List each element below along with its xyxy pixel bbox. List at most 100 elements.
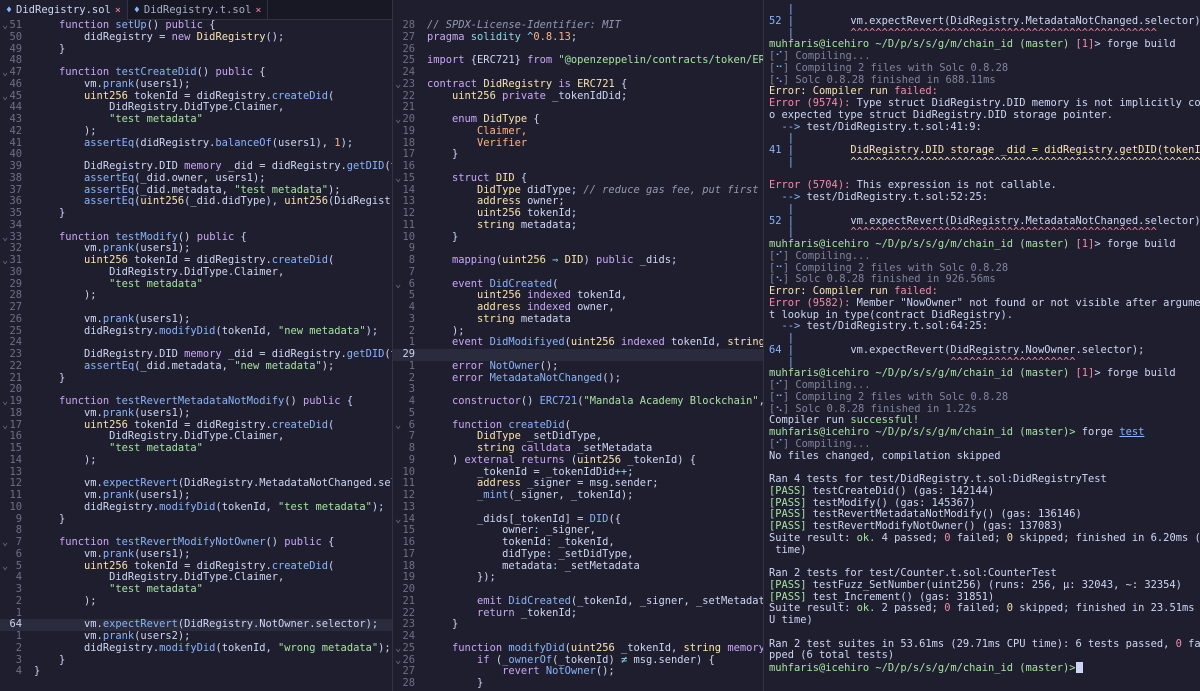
fold-chevron-icon[interactable]: ⌄ — [2, 254, 8, 267]
fold-chevron-icon[interactable]: ⌄ — [395, 642, 401, 655]
fold-chevron-icon[interactable]: ⌄ — [2, 395, 8, 408]
code-token: string — [477, 312, 521, 325]
code-token: prank — [102, 547, 135, 560]
line-number-text: 48 — [9, 54, 22, 67]
fold-chevron-icon[interactable]: ⌄ — [2, 536, 8, 549]
line-number-text: 9 — [408, 242, 415, 255]
fold-chevron-icon[interactable]: ⌄ — [395, 513, 401, 526]
fold-chevron-icon[interactable]: ⌄ — [2, 231, 8, 244]
code-text: didRegistry.modifyDid(tokenId, "test met… — [34, 501, 392, 514]
code-token: "new metadata" — [234, 359, 322, 372]
fold-chevron-icon[interactable]: ⌄ — [395, 419, 401, 432]
terminal-panel[interactable]: | 52 | vm.expectRevert(DidRegistry.Metada… — [764, 0, 1200, 691]
line-number-text: 16 — [9, 430, 22, 443]
code-token: _ownerOf — [502, 653, 553, 666]
code-token: (); — [265, 30, 285, 43]
terminal-text: failed, — [1188, 637, 1200, 650]
code-token: ( — [564, 418, 571, 431]
code-token: vm. — [34, 242, 103, 255]
code-token: public — [284, 536, 329, 548]
fold-chevron-icon[interactable]: ⌄ — [2, 560, 8, 573]
line-number-text: 8 — [408, 442, 415, 454]
line-number-text: 17 — [9, 418, 22, 431]
code-token: contract — [427, 77, 484, 90]
line-number-text: 14 — [402, 183, 415, 196]
code-token: ); — [34, 289, 97, 302]
fold-chevron-icon[interactable]: ⌄ — [395, 278, 401, 291]
code-token: ); — [378, 641, 391, 654]
code-text: string metadata — [427, 312, 763, 326]
fold-chevron-icon[interactable]: ⌄ — [395, 78, 401, 91]
code-token: "wrong metadata" — [278, 641, 379, 654]
contract-file-editor[interactable]: 28// SPDX-License-Identifier: MIT 27 pragm… — [393, 20, 763, 691]
close-icon[interactable]: × — [255, 5, 261, 16]
code-line: 4 constructor() ERC721("Mandala Academy … — [393, 395, 763, 408]
fold-chevron-icon[interactable]: ⌄ — [395, 654, 401, 667]
line-number-text: 39 — [9, 160, 22, 172]
code-token: metadata — [520, 312, 571, 325]
code-token: } — [427, 148, 459, 161]
code-token: msg.sender) { — [633, 653, 715, 666]
close-icon[interactable]: × — [115, 5, 121, 16]
line-number-text: 38 — [9, 171, 22, 184]
code-line: 35 } — [0, 207, 392, 220]
terminal-text: failed: — [894, 85, 938, 98]
code-token: metadata; — [520, 218, 578, 231]
line-number-text: 28 — [402, 677, 415, 689]
terminal-text: --> — [769, 320, 807, 333]
line-number-text: 21 — [402, 594, 415, 607]
code-token: vm. — [34, 489, 103, 501]
terminal-cursor[interactable] — [1075, 662, 1083, 673]
terminal-text: pped (6 total tests) — [769, 649, 895, 662]
terminal-text: [PASS] — [769, 578, 807, 591]
fold-chevron-icon[interactable]: ⌄ — [2, 20, 8, 32]
terminal-text: successful! — [850, 414, 920, 427]
line-number-text: 3 — [15, 653, 22, 666]
code-text: } — [427, 231, 763, 244]
code-line: 41 assertEq(didRegistry.balanceOf(users1… — [0, 136, 392, 150]
line-number-text: 64 — [9, 618, 22, 631]
code-token: createDid — [271, 559, 329, 572]
code-token: ); — [340, 136, 354, 149]
fold-chevron-icon[interactable]: ⌄ — [2, 90, 8, 103]
code-token: expectRevert — [102, 618, 178, 631]
fold-chevron-icon[interactable]: ⌄ — [2, 419, 8, 432]
code-token: prank — [102, 406, 135, 419]
code-token: from — [527, 54, 559, 67]
terminal-text: failed; — [950, 602, 1007, 615]
line-number-text: 10 — [402, 230, 415, 243]
line-number-text: 47 — [9, 66, 22, 78]
code-token: assertEq — [84, 171, 135, 184]
code-token: ≠ — [620, 653, 634, 666]
tab-label: DidRegistry.sol — [16, 4, 111, 16]
code-token: tokenId — [427, 536, 546, 548]
code-token: string — [477, 218, 521, 231]
fold-chevron-icon[interactable]: ⌄ — [2, 66, 8, 79]
terminal-text: ⠒ — [775, 61, 783, 74]
code-token: owner — [427, 524, 534, 537]
terminal-text: [PASS] — [769, 508, 807, 521]
tab-didregistry-sol[interactable]: ♦ DidRegistry.sol × — [0, 0, 128, 20]
fold-chevron-icon[interactable]: ⌄ — [395, 113, 401, 126]
tab-didregistry-t-sol[interactable]: ♦ DidRegistry.t.sol × — [128, 0, 269, 20]
code-token: public — [196, 230, 241, 243]
code-token: event — [452, 277, 490, 290]
test-file-editor[interactable]: ⌄ 51 function setUp() public {50 didRegis… — [0, 20, 392, 691]
code-token: _tokenId; — [520, 606, 578, 619]
fold-chevron-icon[interactable]: ⌄ — [395, 172, 401, 185]
code-token: // SPDX-License-Identifier: MIT — [427, 20, 621, 31]
code-token: DidType — [477, 430, 528, 443]
code-token: prank — [102, 77, 135, 90]
terminal-line: --> test/DidRegistry.t.sol:41:9: — [769, 121, 1200, 134]
code-token: public — [165, 20, 210, 31]
line-number-text: 3 — [15, 583, 22, 595]
code-token: prank — [102, 630, 135, 642]
line-number-text: 20 — [402, 583, 415, 595]
